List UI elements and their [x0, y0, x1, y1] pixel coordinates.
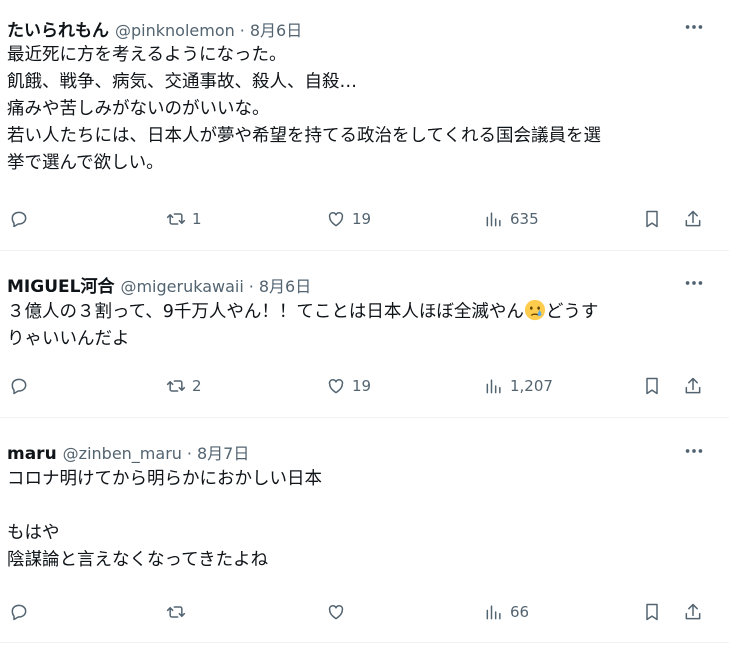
- more-horizontal-icon: [685, 25, 703, 29]
- action-bar: 2 19 1,207: [0, 372, 729, 400]
- bookmark-button[interactable]: [642, 205, 662, 233]
- share-icon: [685, 377, 701, 394]
- post-date[interactable]: 8月7日: [197, 440, 249, 464]
- tweet-text: 最近死に方を考えるようになった。 飢餓、戦争、病気、交通事故、殺人、自殺… 痛み…: [7, 45, 601, 173]
- more-horizontal-icon: [685, 281, 703, 285]
- more-button[interactable]: [681, 16, 707, 38]
- more-button[interactable]: [681, 272, 707, 294]
- share-button[interactable]: [683, 372, 703, 400]
- share-icon: [685, 603, 701, 620]
- repost-icon: [166, 380, 186, 392]
- reply-icon: [11, 604, 27, 621]
- share-button[interactable]: [683, 598, 703, 626]
- author-name[interactable]: たいられもん: [7, 16, 109, 41]
- action-bar: 1 19 635: [0, 205, 729, 233]
- repost-count: 1: [192, 210, 202, 228]
- views-count: 66: [510, 603, 530, 621]
- tweet-2[interactable]: MIGUEL河合 @migerukawaii · 8月6日 ３億人の３割って、9…: [0, 251, 729, 417]
- repost-count: 2: [192, 377, 202, 395]
- author-handle[interactable]: @pinknolemon: [115, 21, 235, 40]
- repost-icon: [166, 213, 186, 225]
- tweet-divider: [0, 642, 729, 643]
- repost-button[interactable]: 1: [166, 205, 202, 233]
- more-button[interactable]: [681, 440, 707, 462]
- repost-icon: [166, 606, 186, 618]
- like-icon: [328, 605, 344, 620]
- repost-button[interactable]: 2: [166, 372, 202, 400]
- reply-button[interactable]: [9, 372, 29, 400]
- bookmark-button[interactable]: [642, 598, 662, 626]
- like-count: 19: [352, 377, 372, 395]
- author-handle[interactable]: @migerukawaii: [120, 277, 243, 296]
- tweet-text: ３億人の３割って、9千万人やん！！てことは日本人ほぼ全滅やん どうす りゃいいんだ…: [7, 299, 711, 353]
- views-button[interactable]: 635: [484, 205, 539, 233]
- views-button[interactable]: 66: [484, 598, 529, 626]
- separator-dot: ·: [186, 444, 192, 463]
- like-icon: [328, 379, 344, 394]
- reply-button[interactable]: [9, 205, 29, 233]
- tweet-text-part: ３億人の３割って、9千万人やん！！てことは日本人ほぼ全滅やん: [7, 302, 524, 322]
- tweet-header: maru @zinben_maru · 8月7日: [7, 440, 249, 464]
- views-icon: [486, 605, 501, 620]
- like-count: 19: [352, 210, 372, 228]
- reply-button[interactable]: [9, 598, 29, 626]
- bookmark-icon: [646, 603, 658, 621]
- reply-icon: [11, 378, 27, 395]
- tweet-3[interactable]: maru @zinben_maru · 8月7日 コロナ明けてから明らかにおかし…: [0, 418, 729, 642]
- bookmark-button[interactable]: [642, 372, 662, 400]
- repost-button[interactable]: [166, 598, 186, 626]
- post-date[interactable]: 8月6日: [259, 273, 311, 297]
- bookmark-icon: [646, 210, 658, 228]
- tweet-1[interactable]: たいられもん @pinknolemon · 8月6日 最近死に方を考えるようにな…: [0, 0, 729, 250]
- separator-dot: ·: [248, 277, 254, 296]
- author-name[interactable]: MIGUEL河合: [7, 272, 114, 297]
- like-button[interactable]: 19: [326, 372, 371, 400]
- separator-dot: ·: [239, 21, 245, 40]
- tweet-header: たいられもん @pinknolemon · 8月6日: [7, 16, 302, 41]
- like-button[interactable]: [326, 598, 346, 626]
- share-icon: [685, 210, 701, 227]
- views-icon: [486, 212, 501, 227]
- action-bar: 66: [0, 598, 729, 626]
- views-count: 635: [510, 210, 539, 228]
- tweet-header: MIGUEL河合 @migerukawaii · 8月6日: [7, 272, 311, 297]
- share-button[interactable]: [683, 205, 703, 233]
- more-horizontal-icon: [685, 449, 703, 453]
- bookmark-icon: [646, 377, 658, 395]
- like-button[interactable]: 19: [326, 205, 371, 233]
- author-name[interactable]: maru: [7, 444, 57, 464]
- reply-icon: [11, 211, 27, 228]
- views-icon: [486, 379, 501, 394]
- views-count: 1,207: [510, 377, 553, 395]
- crying-face-emoji: [524, 299, 545, 321]
- author-handle[interactable]: @zinben_maru: [63, 444, 182, 463]
- tweet-text: コロナ明けてから明らかにおかしい日本 もはや 陰謀論と言えなくなってきたよね: [7, 469, 322, 570]
- post-date[interactable]: 8月6日: [250, 17, 302, 41]
- views-button[interactable]: 1,207: [484, 372, 553, 400]
- like-icon: [328, 212, 344, 227]
